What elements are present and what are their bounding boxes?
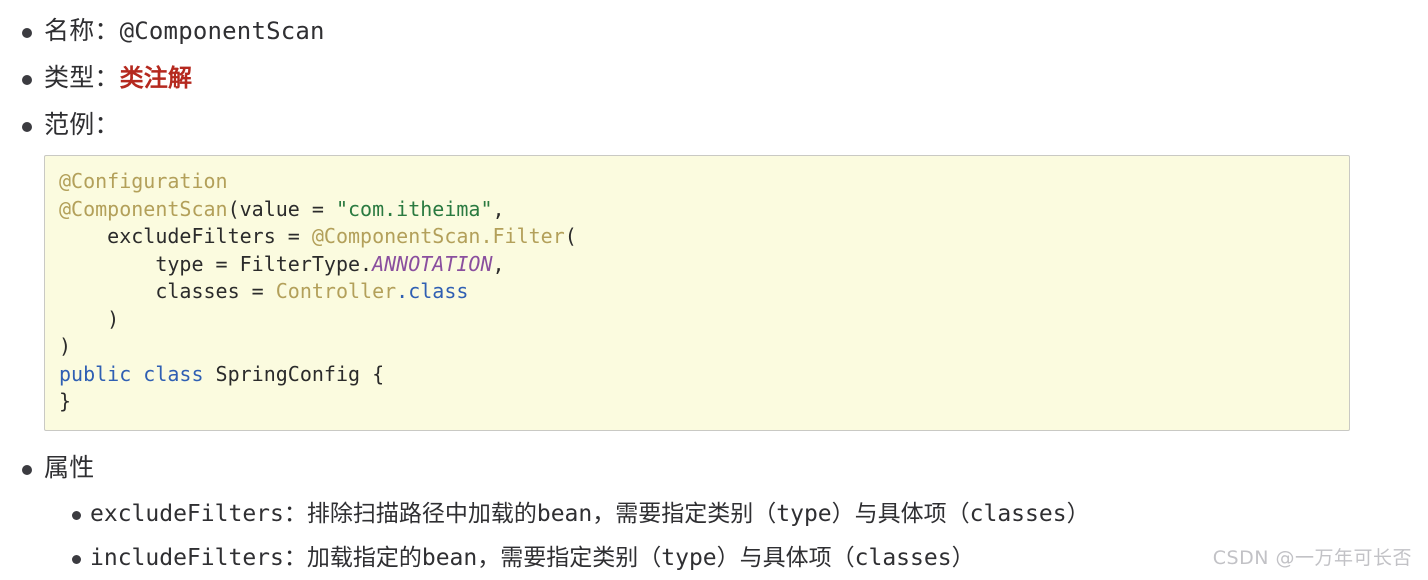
code-token-plain: )	[59, 334, 72, 358]
code-token-annotation: @ComponentScan.Filter	[311, 224, 565, 248]
code-token-plain: )	[59, 306, 120, 331]
list-item-attributes: 属性	[0, 451, 1428, 485]
code-block: @Configuration @ComponentScan(value = "co…	[44, 155, 1350, 431]
code-token-annotation: @Configuration	[59, 169, 228, 193]
code-token-plain: classes =	[59, 279, 276, 303]
slide-content: 名称：@ComponentScan 类型：类注解 范例： @Configurat…	[0, 0, 1428, 580]
code-token-type: Controller	[275, 279, 397, 303]
code-line: public class SpringConfig {	[59, 361, 1335, 389]
code-token-annotation: @ComponentScan	[59, 196, 228, 221]
bullet-icon	[22, 28, 32, 38]
code-line: }	[59, 388, 1335, 416]
list-item-example: 范例：	[0, 108, 1428, 142]
bullet-icon	[72, 510, 81, 520]
bullet-icon	[72, 554, 81, 564]
code-line: classes = Controller.class	[59, 278, 1335, 306]
code-line: type = FilterType.ANNOTATION,	[59, 251, 1335, 279]
code-line: excludeFilters = @ComponentScan.Filter(	[59, 223, 1335, 251]
list-item-exclude-filters: excludeFilters：排除扫描路径中加载的bean，需要指定类别（typ…	[0, 498, 1428, 530]
code-token-plain: }	[59, 389, 72, 413]
bullet-icon	[22, 75, 32, 85]
code-token-plain: excludeFilters =	[59, 224, 312, 248]
code-token-plain: SpringConfig {	[203, 361, 385, 386]
example-label: 范例：	[44, 110, 120, 139]
code-token-plain: ,	[492, 251, 505, 276]
name-value: @ComponentScan	[119, 17, 325, 45]
code-token-string: "com.itheima"	[335, 196, 493, 221]
code-token-keyword: .class	[396, 279, 469, 303]
watermark: CSDN @一万年可长否	[1212, 547, 1412, 569]
type-label: 类型：	[44, 63, 120, 92]
code-token-keyword: public class	[59, 361, 204, 386]
list-item-type: 类型：类注解	[0, 61, 1428, 95]
name-label: 名称：	[44, 16, 120, 45]
code-line: )	[59, 333, 1335, 361]
code-line: )	[59, 306, 1335, 334]
code-token-plain: (value =	[227, 196, 336, 221]
exclude-filters-text: excludeFilters：排除扫描路径中加载的bean，需要指定类别（typ…	[90, 500, 1090, 527]
code-token-plain: ,	[492, 196, 505, 221]
type-value-badge: 类注解	[119, 64, 193, 92]
include-filters-text: includeFilters：加载指定的bean，需要指定类别（type）与具体…	[90, 544, 975, 571]
code-line: @ComponentScan(value = "com.itheima",	[59, 196, 1335, 224]
bullet-icon	[22, 464, 32, 475]
code-token-plain: (	[564, 224, 577, 248]
bullet-icon	[22, 122, 32, 132]
code-token-enum: ANNOTATION	[372, 251, 493, 276]
code-line: @Configuration	[59, 168, 1335, 196]
code-token-plain: type = FilterType.	[59, 251, 373, 276]
attributes-label: 属性	[44, 452, 95, 482]
list-item-name: 名称：@ComponentScan	[0, 14, 1428, 48]
